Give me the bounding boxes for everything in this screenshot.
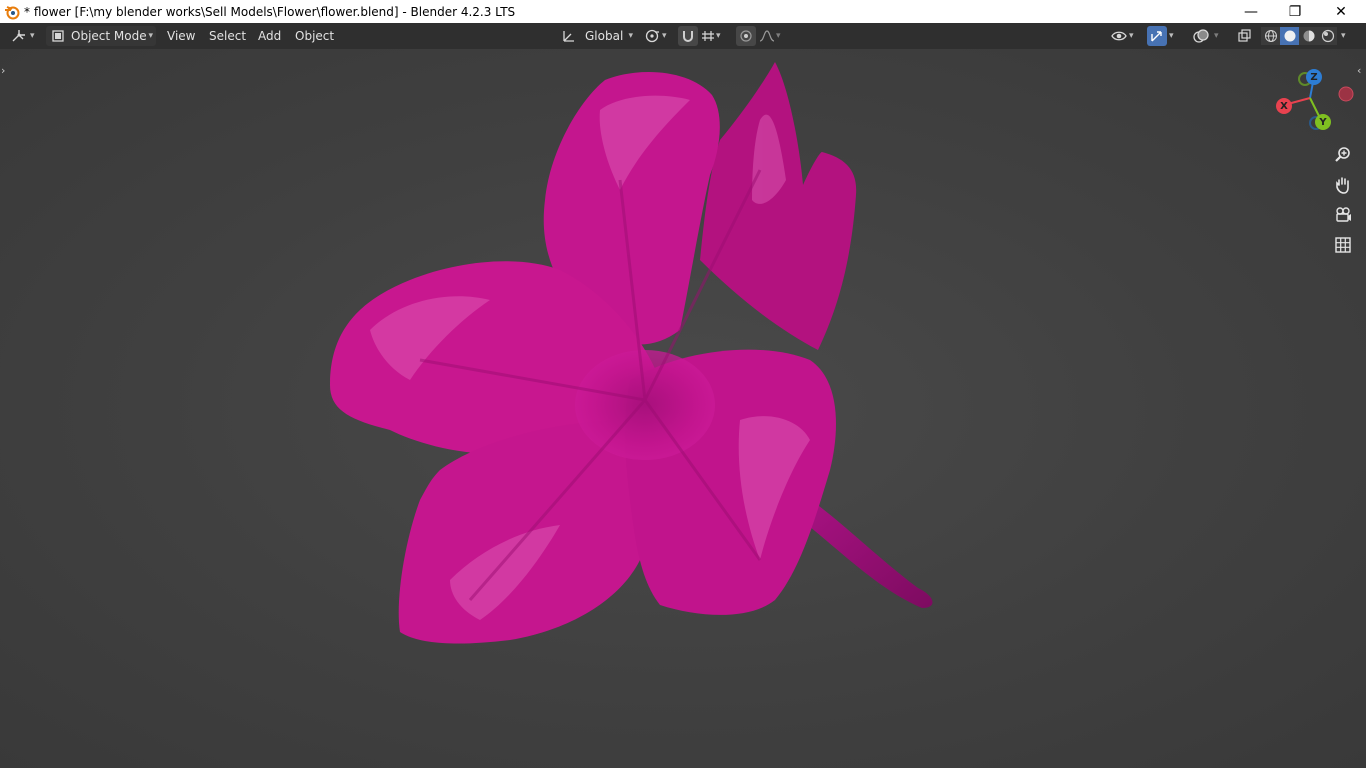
snap-target-dropdown[interactable]: ▾ bbox=[700, 26, 721, 46]
close-button[interactable]: ✕ bbox=[1318, 0, 1364, 23]
material-sphere-icon bbox=[1303, 30, 1314, 42]
solid-shading-button[interactable] bbox=[1280, 27, 1299, 45]
window-title: * flower [F:\my blender works\Sell Model… bbox=[24, 4, 516, 19]
3d-viewport[interactable]: › ‹ Z X Y bbox=[0, 49, 1366, 768]
overlays-icon bbox=[1193, 29, 1209, 43]
gizmo-dropdown[interactable]: ▾ bbox=[1169, 26, 1174, 46]
close-icon: ✕ bbox=[1335, 3, 1347, 20]
axis-editor-icon bbox=[12, 30, 25, 42]
menu-add[interactable]: Add bbox=[254, 26, 285, 46]
chevron-down-icon: ▾ bbox=[716, 31, 721, 41]
minimize-button[interactable]: — bbox=[1228, 0, 1274, 23]
orientation-icon bbox=[563, 31, 574, 42]
snap-toggle[interactable] bbox=[678, 26, 698, 46]
gizmo-z-axis[interactable]: Z bbox=[1306, 69, 1322, 85]
chevron-down-icon: ▾ bbox=[1129, 31, 1134, 41]
mode-dropdown[interactable]: Object Mode ▾ bbox=[46, 26, 156, 46]
gizmo-icon bbox=[1151, 31, 1162, 42]
camera-icon bbox=[1336, 207, 1351, 222]
zoom-icon bbox=[1335, 147, 1350, 162]
blender-logo-icon bbox=[5, 5, 20, 19]
selectability-visibility-dropdown[interactable]: ▾ bbox=[1111, 26, 1134, 46]
transform-orientation-dropdown[interactable]: Global ▾ bbox=[558, 26, 636, 46]
chevron-down-icon: ▾ bbox=[148, 31, 153, 41]
pivot-icon bbox=[645, 29, 659, 43]
wireframe-sphere-icon bbox=[1264, 30, 1277, 42]
viewport-header: ▾ Object Mode ▾ View Select Add Object G… bbox=[0, 23, 1366, 49]
rendered-sphere-icon bbox=[1321, 29, 1334, 43]
falloff-curve-icon bbox=[759, 30, 775, 42]
chevron-down-icon: ▾ bbox=[1341, 31, 1346, 41]
solid-sphere-icon bbox=[1284, 30, 1295, 42]
orthographic-toggle-button[interactable] bbox=[1330, 232, 1356, 258]
rendered-shading-button[interactable] bbox=[1318, 27, 1337, 45]
chevron-down-icon: ▾ bbox=[1169, 31, 1174, 41]
object-mode-icon bbox=[52, 30, 64, 42]
proportional-editing-icon bbox=[740, 30, 752, 42]
minimize-icon: — bbox=[1244, 3, 1258, 20]
pan-button[interactable] bbox=[1330, 172, 1356, 198]
menu-select[interactable]: Select bbox=[205, 26, 250, 46]
gizmo-x-axis[interactable]: X bbox=[1276, 98, 1292, 114]
chevron-down-icon: ▾ bbox=[776, 31, 781, 41]
eye-icon bbox=[1111, 31, 1127, 41]
magnet-icon bbox=[683, 31, 693, 42]
flower-mesh[interactable] bbox=[0, 49, 1366, 768]
pivot-point-dropdown[interactable]: ▾ bbox=[644, 26, 667, 46]
flower-stem bbox=[804, 498, 933, 608]
menu-object[interactable]: Object bbox=[291, 26, 338, 46]
snap-increment-icon bbox=[702, 31, 714, 41]
chevron-down-icon: ▾ bbox=[30, 31, 35, 41]
menu-view[interactable]: View bbox=[163, 26, 199, 46]
hand-icon bbox=[1336, 177, 1349, 194]
mode-label: Object Mode bbox=[71, 29, 147, 43]
proportional-editing-toggle[interactable] bbox=[736, 26, 756, 46]
editor-type-dropdown[interactable]: ▾ bbox=[10, 26, 35, 46]
flower-center bbox=[575, 350, 715, 460]
window-titlebar: * flower [F:\my blender works\Sell Model… bbox=[0, 0, 1366, 23]
material-preview-button[interactable] bbox=[1299, 27, 1318, 45]
camera-view-button[interactable] bbox=[1330, 202, 1356, 228]
restore-icon: ❐ bbox=[1288, 3, 1302, 20]
zoom-button[interactable] bbox=[1330, 142, 1356, 168]
gizmo-y-axis[interactable]: Y bbox=[1315, 114, 1331, 130]
wireframe-shading-button[interactable] bbox=[1261, 27, 1280, 45]
maximize-button[interactable]: ❐ bbox=[1272, 0, 1318, 23]
chevron-down-icon: ▾ bbox=[1214, 31, 1219, 41]
grid-icon bbox=[1335, 237, 1351, 253]
petal-back-right bbox=[700, 62, 857, 350]
chevron-down-icon: ▾ bbox=[662, 31, 667, 41]
xray-toggle[interactable] bbox=[1236, 26, 1252, 46]
falloff-dropdown[interactable]: ▾ bbox=[758, 26, 781, 46]
overlays-toggle[interactable] bbox=[1192, 26, 1210, 46]
gizmo-toggle[interactable] bbox=[1147, 26, 1167, 46]
shading-mode-group bbox=[1261, 27, 1337, 45]
navigation-gizmo[interactable]: Z X Y bbox=[1272, 65, 1362, 145]
chevron-down-icon: ▾ bbox=[628, 31, 633, 41]
xray-icon bbox=[1238, 29, 1251, 42]
shading-dropdown[interactable]: ▾ bbox=[1341, 26, 1346, 46]
orientation-label: Global bbox=[585, 29, 624, 43]
overlays-dropdown[interactable]: ▾ bbox=[1214, 26, 1219, 46]
